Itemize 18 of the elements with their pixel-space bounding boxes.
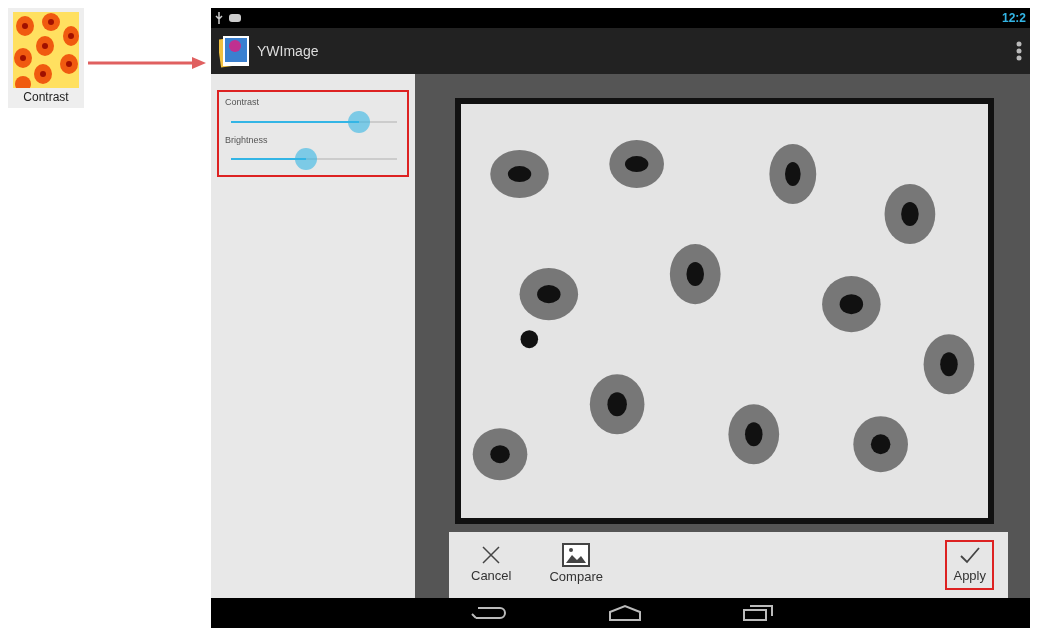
app-title: YWImage <box>257 41 319 61</box>
compare-button[interactable]: Compare <box>541 539 611 591</box>
slider-label: Contrast <box>225 96 260 109</box>
recent-apps-icon[interactable] <box>741 604 774 622</box>
cells-thumbnail-icon <box>13 12 79 88</box>
apply-button[interactable]: Apply <box>945 540 994 590</box>
app-logo-icon <box>219 34 249 68</box>
usb-icon <box>215 12 223 24</box>
slider-thumb[interactable] <box>294 148 317 170</box>
notification-icon <box>229 14 241 22</box>
slider-thumb[interactable] <box>347 110 370 133</box>
slider-label: Brightness <box>225 133 269 147</box>
picture-icon <box>562 543 591 568</box>
cancel-button[interactable]: Cancel <box>463 540 520 590</box>
contrast-filter-button[interactable]: Contrast <box>8 8 84 108</box>
overflow-menu-icon[interactable] <box>1016 41 1022 61</box>
clock-time: 12:2 <box>1001 10 1026 27</box>
home-icon[interactable] <box>607 604 642 622</box>
